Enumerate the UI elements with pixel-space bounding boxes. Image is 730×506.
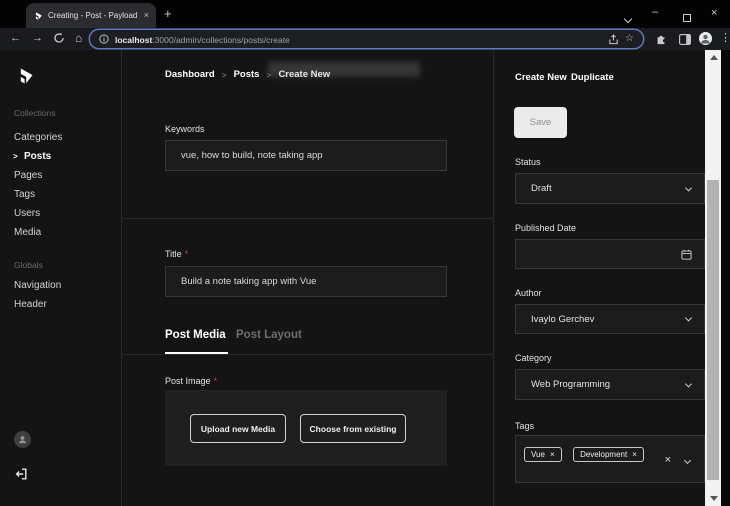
payload-logo-icon[interactable] [15,66,35,86]
scrollbar-thumb[interactable] [707,180,719,480]
share-icon[interactable] [608,33,619,45]
save-button[interactable]: Save [514,107,567,138]
sidebar-item-tags[interactable]: Tags [14,189,35,200]
breadcrumb-posts[interactable]: Posts [234,69,260,80]
browser-tab[interactable]: Creating - Post - Payload × [26,3,156,28]
title-label: Title * [165,249,189,259]
back-button[interactable]: ← [10,33,21,44]
url-bar[interactable]: localhost:3000/admin/collections/posts/c… [90,30,643,48]
scrollbar-down-arrow[interactable] [710,496,718,501]
sidebar-item-header[interactable]: Header [14,299,47,310]
breadcrumb-separator-icon: > [221,69,227,80]
reload-button[interactable] [53,32,65,44]
tab-post-media[interactable]: Post Media [165,329,226,341]
breadcrumb-current: Create New [278,69,331,80]
panel-divider [493,50,494,506]
sidebar-item-media[interactable]: Media [14,227,41,238]
author-select[interactable]: Ivaylo Gerchev [515,304,705,334]
tab-post-layout[interactable]: Post Layout [236,329,302,341]
account-avatar-icon[interactable] [14,431,31,448]
chevron-down-icon [684,314,693,322]
globals-group-label: Globals [14,260,43,270]
breadcrumb-separator-icon: > [266,69,272,80]
tags-multiselect[interactable]: Vue × Development × × [515,435,705,483]
home-button[interactable]: ⌂ [75,32,82,44]
section-divider [122,218,493,219]
browser-menu-icon[interactable]: ⋮ [720,33,730,44]
active-tab-underline [165,352,228,354]
breadcrumb-dashboard[interactable]: Dashboard [165,69,215,80]
create-new-link[interactable]: Create New [515,72,567,83]
browser-window: Creating - Post - Payload × + – × ← → ⌂ … [0,0,730,506]
status-select[interactable]: Draft [515,173,705,204]
required-asterisk: * [184,249,189,259]
sidebar-item-categories[interactable]: Categories [14,132,62,143]
tag-chip-development[interactable]: Development × [573,447,644,462]
url-path: :3000/admin/collections/posts/create [152,35,290,45]
calendar-icon [681,249,692,260]
author-value: Ivaylo Gerchev [531,313,595,325]
status-label: Status [515,157,541,167]
remove-tag-icon[interactable]: × [550,450,555,459]
keywords-label: Keywords [165,124,205,134]
author-label: Author [515,288,542,298]
tags-label: Tags [515,421,535,431]
scrollbar-up-arrow[interactable] [710,55,718,60]
chevron-right-icon: > [13,152,18,161]
url-text: localhost:3000/admin/collections/posts/c… [115,30,290,48]
url-host: localhost [115,35,153,45]
category-label: Category [515,353,552,363]
sidebar-item-users[interactable]: Users [14,208,40,219]
payload-favicon-icon [33,11,43,21]
window-close-button[interactable]: × [711,7,717,19]
published-date-input[interactable] [515,239,705,269]
status-value: Draft [531,183,552,194]
upload-new-media-button[interactable]: Upload new Media [190,414,286,443]
logout-icon[interactable] [14,467,28,481]
required-asterisk: * [213,376,218,386]
window-right-edge [721,50,730,506]
tab-search-chevron-icon[interactable] [623,9,633,27]
post-image-label: Post Image * [165,376,218,386]
keywords-input[interactable] [165,140,447,171]
category-value: Web Programming [531,379,611,390]
new-tab-button[interactable]: + [164,7,172,20]
title-input[interactable] [165,266,447,297]
tag-chip-vue[interactable]: Vue × [524,447,562,462]
chevron-down-icon [684,183,693,192]
minimize-button[interactable]: – [652,6,658,18]
tab-close-icon[interactable]: × [144,11,149,20]
sidebar-divider [121,50,122,506]
sidebar-item-pages[interactable]: Pages [14,170,42,181]
choose-from-existing-button[interactable]: Choose from existing [300,414,406,443]
bookmark-star-icon[interactable]: ☆ [625,34,634,44]
tabs-divider [122,354,493,355]
category-select[interactable]: Web Programming [515,369,705,400]
sidebar-item-navigation[interactable]: Navigation [14,280,61,291]
clear-tags-icon[interactable]: × [665,455,671,466]
maximize-button[interactable] [683,9,691,27]
collections-group-label: Collections [14,108,56,118]
breadcrumb: Dashboard > Posts > Create New [165,69,330,80]
tab-strip: Creating - Post - Payload × + – × [0,0,730,28]
remove-tag-icon[interactable]: × [632,450,637,459]
published-date-label: Published Date [515,223,577,233]
extensions-puzzle-icon[interactable] [655,33,667,45]
chevron-down-icon [684,379,693,388]
side-panel-icon[interactable] [679,34,691,45]
forward-button[interactable]: → [32,33,43,44]
profile-avatar-icon[interactable] [699,32,712,45]
sidebar-item-posts[interactable]: Posts [24,151,51,162]
tab-title: Creating - Post - Payload [48,11,138,20]
chevron-down-icon[interactable] [683,456,692,465]
duplicate-link[interactable]: Duplicate [571,72,614,83]
site-info-icon[interactable] [99,34,109,44]
